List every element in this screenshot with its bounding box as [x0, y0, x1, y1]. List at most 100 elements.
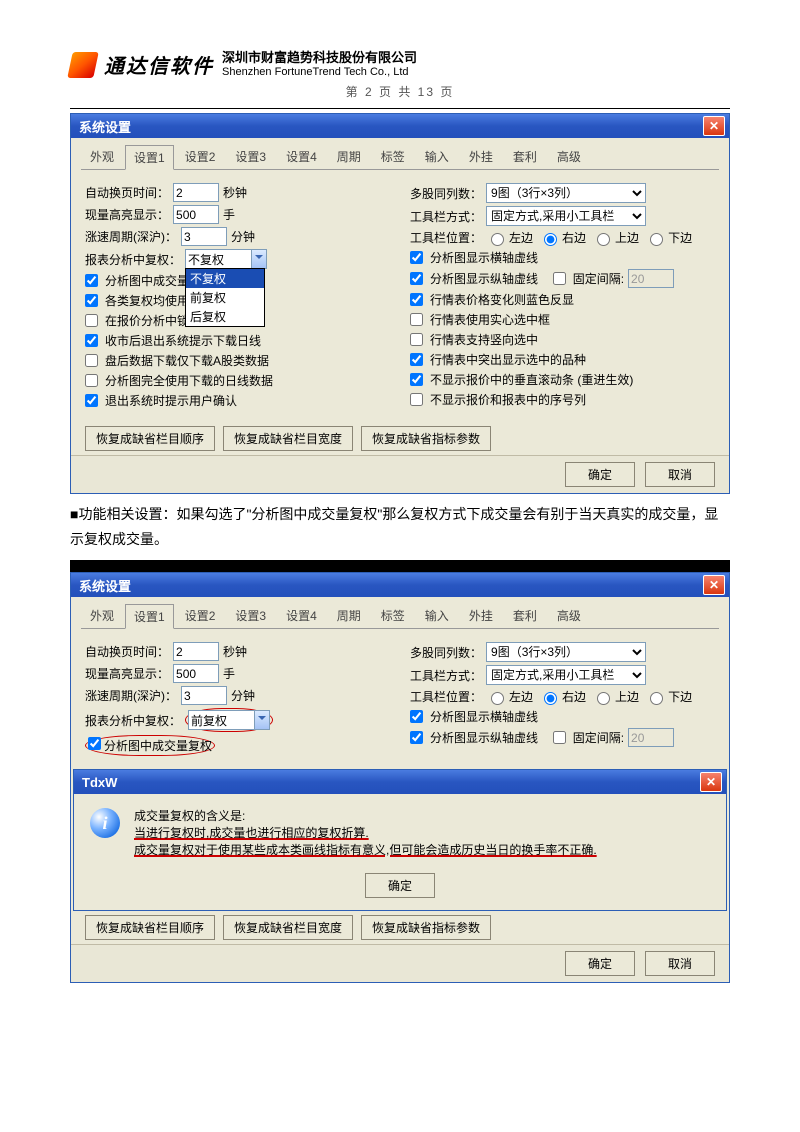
- auto-page-input[interactable]: [173, 642, 219, 661]
- titlebar[interactable]: TdxW ✕: [74, 770, 726, 794]
- page-number: 第 2 页 共 13 页: [70, 83, 730, 100]
- checkbox[interactable]: [85, 354, 98, 367]
- report-dropdown[interactable]: 不复权 不复权前复权后复权: [185, 249, 267, 269]
- checkbox[interactable]: [85, 394, 98, 407]
- cancel-button[interactable]: 取消: [645, 462, 715, 487]
- restore-width-button[interactable]: 恢复成缺省栏目宽度: [223, 915, 353, 940]
- company: 深圳市财富趋势科技股份有限公司 Shenzhen FortuneTrend Te…: [222, 51, 417, 79]
- restore-param-button[interactable]: 恢复成缺省指标参数: [361, 426, 491, 451]
- tab-bar: 外观设置1设置2设置3设置4周期标签输入外挂套利高级: [71, 597, 729, 628]
- close-icon[interactable]: ✕: [703, 575, 725, 595]
- label: 现量高亮显示：: [85, 206, 169, 223]
- dropdown-option[interactable]: 后复权: [186, 307, 264, 326]
- tab-bar: 外观设置1设置2设置3设置4周期标签输入外挂套利高级: [71, 138, 729, 169]
- checkbox[interactable]: [410, 251, 423, 264]
- highlight-input[interactable]: [173, 664, 219, 683]
- tab-设置1[interactable]: 设置1: [125, 604, 174, 629]
- checkbox[interactable]: [410, 373, 423, 386]
- radio-右边[interactable]: 右边: [539, 688, 586, 705]
- tab-外观[interactable]: 外观: [81, 144, 123, 169]
- checkbox[interactable]: [85, 274, 98, 287]
- checkbox[interactable]: [85, 334, 98, 347]
- dropdown-option[interactable]: 不复权: [186, 269, 264, 288]
- radio-左边[interactable]: 左边: [486, 229, 533, 246]
- checkbox[interactable]: [410, 393, 423, 406]
- checkbox[interactable]: [410, 272, 423, 285]
- window-title: 系统设置: [75, 576, 131, 595]
- multi-select[interactable]: 9图（3行×3列）: [486, 183, 646, 203]
- tab-设置1[interactable]: 设置1: [125, 145, 174, 170]
- ok-button[interactable]: 确定: [365, 873, 435, 898]
- checkbox[interactable]: [553, 272, 566, 285]
- titlebar[interactable]: 系统设置 ✕: [71, 114, 729, 138]
- speed-input[interactable]: [181, 227, 227, 246]
- tab-标签[interactable]: 标签: [372, 144, 414, 169]
- ok-button[interactable]: 确定: [565, 951, 635, 976]
- tab-设置2[interactable]: 设置2: [176, 144, 225, 169]
- close-icon[interactable]: ✕: [700, 772, 722, 792]
- checkbox[interactable]: [88, 737, 101, 750]
- ok-button[interactable]: 确定: [565, 462, 635, 487]
- titlebar[interactable]: 系统设置 ✕: [71, 573, 729, 597]
- logo-icon: [67, 52, 99, 78]
- tab-输入[interactable]: 输入: [416, 603, 458, 628]
- checkbox[interactable]: [85, 294, 98, 307]
- highlight-input[interactable]: [173, 205, 219, 224]
- tab-标签[interactable]: 标签: [372, 603, 414, 628]
- label: 多股同列数：: [410, 185, 482, 202]
- tab-设置2[interactable]: 设置2: [176, 603, 225, 628]
- checkbox[interactable]: [85, 314, 98, 327]
- label: 涨速周期(深沪)：: [85, 228, 177, 245]
- tab-套利[interactable]: 套利: [504, 603, 546, 628]
- radio-上边[interactable]: 上边: [592, 229, 639, 246]
- radio-右边[interactable]: 右边: [539, 229, 586, 246]
- chevron-down-icon: [254, 711, 269, 729]
- checkbox[interactable]: [410, 293, 423, 306]
- label: 工具栏方式：: [410, 208, 482, 225]
- chevron-down-icon: [251, 250, 266, 268]
- tab-套利[interactable]: 套利: [504, 144, 546, 169]
- tab-周期[interactable]: 周期: [328, 603, 370, 628]
- close-icon[interactable]: ✕: [703, 116, 725, 136]
- cancel-button[interactable]: 取消: [645, 951, 715, 976]
- tab-外挂[interactable]: 外挂: [460, 144, 502, 169]
- report-dropdown[interactable]: 前复权: [188, 710, 270, 730]
- restore-width-button[interactable]: 恢复成缺省栏目宽度: [223, 426, 353, 451]
- tab-周期[interactable]: 周期: [328, 144, 370, 169]
- window-title: TdxW: [78, 775, 117, 790]
- restore-order-button[interactable]: 恢复成缺省栏目顺序: [85, 915, 215, 940]
- radio-左边[interactable]: 左边: [486, 688, 533, 705]
- label: 报表分析中复权：: [85, 251, 181, 268]
- settings-window-1: 系统设置 ✕ 外观设置1设置2设置3设置4周期标签输入外挂套利高级 自动换页时间…: [70, 113, 730, 494]
- auto-page-input[interactable]: [173, 183, 219, 202]
- checkbox[interactable]: [410, 333, 423, 346]
- tab-设置3[interactable]: 设置3: [226, 603, 275, 628]
- tab-高级[interactable]: 高级: [548, 144, 590, 169]
- checkbox[interactable]: [410, 353, 423, 366]
- tab-设置4[interactable]: 设置4: [277, 603, 326, 628]
- toolbar-select[interactable]: 固定方式,采用小工具栏: [486, 206, 646, 226]
- speed-input[interactable]: [181, 686, 227, 705]
- checkbox[interactable]: [410, 313, 423, 326]
- tab-外观[interactable]: 外观: [81, 603, 123, 628]
- divider: [70, 108, 730, 109]
- checkbox[interactable]: [410, 710, 423, 723]
- tab-设置3[interactable]: 设置3: [226, 144, 275, 169]
- restore-order-button[interactable]: 恢复成缺省栏目顺序: [85, 426, 215, 451]
- message-text: 成交量复权的含义是: 当进行复权时,成交量也进行相应的复权折算. 成交量复权对于…: [134, 808, 710, 858]
- radio-上边[interactable]: 上边: [592, 688, 639, 705]
- checkbox[interactable]: [85, 374, 98, 387]
- tab-高级[interactable]: 高级: [548, 603, 590, 628]
- tab-外挂[interactable]: 外挂: [460, 603, 502, 628]
- multi-select[interactable]: 9图（3行×3列）: [486, 642, 646, 662]
- toolbar-select[interactable]: 固定方式,采用小工具栏: [486, 665, 646, 685]
- dropdown-option[interactable]: 前复权: [186, 288, 264, 307]
- tab-输入[interactable]: 输入: [416, 144, 458, 169]
- tab-设置4[interactable]: 设置4: [277, 144, 326, 169]
- radio-下边[interactable]: 下边: [645, 229, 692, 246]
- checkbox[interactable]: [553, 731, 566, 744]
- radio-下边[interactable]: 下边: [645, 688, 692, 705]
- restore-param-button[interactable]: 恢复成缺省指标参数: [361, 915, 491, 940]
- checkbox[interactable]: [410, 731, 423, 744]
- gap-input: [628, 269, 674, 288]
